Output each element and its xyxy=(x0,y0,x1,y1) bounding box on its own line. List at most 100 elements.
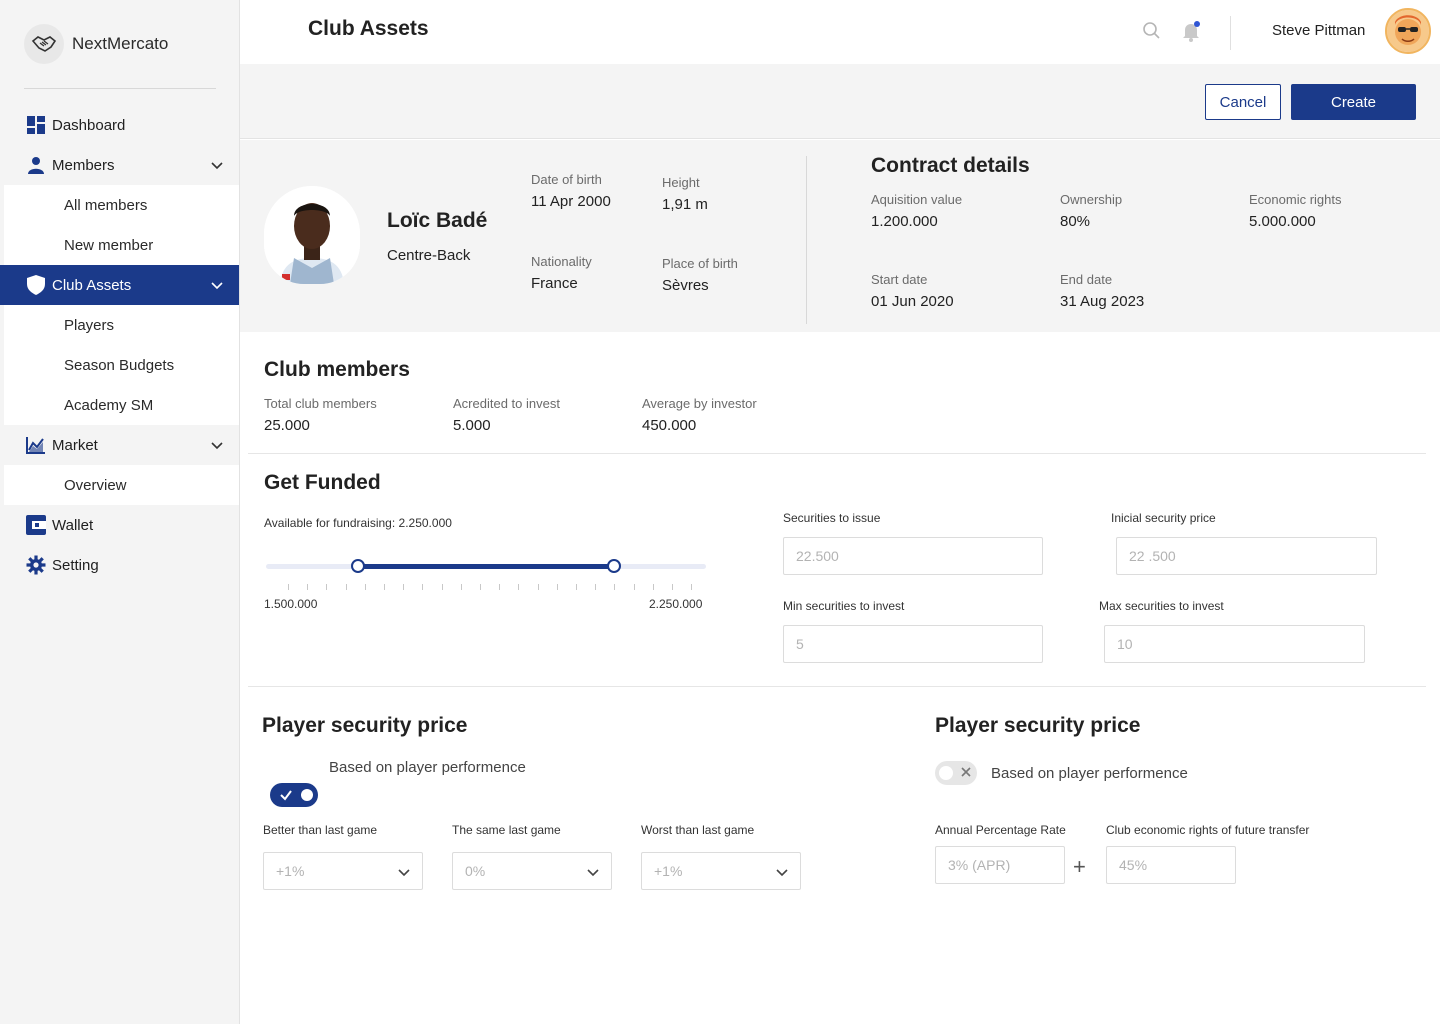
slider-min-handle[interactable] xyxy=(351,559,366,573)
slider-tick xyxy=(422,584,424,590)
notification-bell-icon[interactable] xyxy=(1182,20,1202,42)
avatar[interactable] xyxy=(1385,8,1431,54)
sidebar-item-all-members[interactable]: All members xyxy=(4,185,239,225)
fundraising-range-slider[interactable] xyxy=(264,556,706,596)
create-button[interactable]: Create xyxy=(1291,84,1416,120)
slider-tick xyxy=(441,584,443,590)
sidebar-item-new-member[interactable]: New member xyxy=(4,225,239,265)
player-name: Loïc Badé xyxy=(387,209,488,232)
slider-tick xyxy=(326,584,328,590)
slider-tick xyxy=(480,584,481,590)
section-divider xyxy=(248,686,1426,687)
min-invest-input[interactable]: 5 xyxy=(783,625,1043,663)
average-investor-label: Average by investor xyxy=(642,396,757,411)
search-icon[interactable] xyxy=(1142,21,1162,41)
brand[interactable]: NextMercato xyxy=(24,24,168,64)
acquisition-value: 1.200.000 xyxy=(871,213,938,230)
start-date-value: 01 Jun 2020 xyxy=(871,293,954,310)
sidebar-item-market[interactable]: Market xyxy=(0,425,239,465)
sidebar-item-club-assets[interactable]: Club Assets xyxy=(0,265,239,305)
slider-tick xyxy=(537,584,539,590)
page-title: Club Assets xyxy=(308,17,429,40)
accredited-label: Acredited to invest xyxy=(453,396,560,411)
acquisition-label: Aquisition value xyxy=(871,192,963,207)
slider-tick xyxy=(633,584,635,590)
cancel-button[interactable]: Cancel xyxy=(1205,84,1281,120)
sidebar-nav: Dashboard Members All members New member… xyxy=(0,105,239,585)
section-divider xyxy=(248,453,1426,454)
total-members-value: 25.000 xyxy=(264,417,310,434)
sidebar-item-label: Wallet xyxy=(52,516,94,534)
performance-toggle-off[interactable] xyxy=(935,761,977,785)
select-value: +1% xyxy=(654,863,683,879)
player-summary: Loïc Badé Centre-Back Date of birth 11 A… xyxy=(240,140,1440,332)
slider-tick xyxy=(364,584,366,590)
player-position: Centre-Back xyxy=(387,247,471,264)
total-members-label: Total club members xyxy=(264,396,377,411)
brand-divider xyxy=(24,88,216,89)
nationality-value: France xyxy=(531,275,578,292)
pob-label: Place of birth xyxy=(662,256,738,271)
chevron-down-icon xyxy=(398,869,410,877)
sidebar-item-dashboard[interactable]: Dashboard xyxy=(0,105,239,145)
slider-tick xyxy=(556,584,558,590)
dashboard-icon xyxy=(26,115,46,135)
chevron-down-icon[interactable] xyxy=(209,157,225,173)
sidebar-item-players[interactable]: Players xyxy=(4,305,239,345)
sidebar: NextMercato Dashboard Members All member… xyxy=(0,0,240,1024)
height-value: 1,91 m xyxy=(662,196,708,213)
securities-input[interactable]: 22.500 xyxy=(783,537,1043,575)
wallet-icon xyxy=(26,515,46,535)
vertical-divider xyxy=(806,156,807,324)
brand-name: NextMercato xyxy=(72,34,169,53)
security-price-title-right: Player security price xyxy=(935,714,1141,737)
toggle-knob xyxy=(939,766,953,780)
same-game-label: The same last game xyxy=(452,823,561,837)
available-fundraising: Available for fundraising: 2.250.000 xyxy=(264,516,452,530)
height-label: Height xyxy=(662,175,700,190)
security-price-title-left: Player security price xyxy=(262,714,468,737)
performance-toggle-label: Based on player performence xyxy=(329,759,526,776)
chevron-down-icon[interactable] xyxy=(209,437,225,453)
better-game-select[interactable]: +1% xyxy=(263,852,423,890)
sidebar-item-season-budgets[interactable]: Season Budgets xyxy=(4,345,239,385)
slider-tick xyxy=(345,584,347,590)
sidebar-item-academy-sm[interactable]: Academy SM xyxy=(4,385,239,425)
header-divider xyxy=(1230,16,1231,50)
worse-game-label: Worst than last game xyxy=(641,823,755,837)
nationality-label: Nationality xyxy=(531,254,592,269)
user-name[interactable]: Steve Pittman xyxy=(1272,22,1365,39)
action-bar: Cancel Create xyxy=(240,64,1440,139)
performance-toggle-label: Based on player performence xyxy=(991,765,1188,782)
sidebar-item-wallet[interactable]: Wallet xyxy=(0,505,239,545)
average-investor-value: 450.000 xyxy=(642,417,697,434)
check-icon xyxy=(280,790,292,801)
club-members-title: Club members xyxy=(264,358,410,381)
accredited-value: 5.000 xyxy=(453,417,491,434)
max-invest-label: Max securities to invest xyxy=(1099,599,1224,613)
sidebar-item-setting[interactable]: Setting xyxy=(0,545,239,585)
chevron-down-icon[interactable] xyxy=(209,277,225,293)
sidebar-item-members[interactable]: Members xyxy=(0,145,239,185)
top-bar: Club Assets Steve Pittman xyxy=(240,0,1440,64)
slider-tick xyxy=(652,584,654,590)
player-photo xyxy=(264,186,360,284)
same-game-select[interactable]: 0% xyxy=(452,852,612,890)
ownership-label: Ownership xyxy=(1060,192,1123,207)
apr-input[interactable]: 3% (APR) xyxy=(935,846,1065,884)
slider-min-label: 1.500.000 xyxy=(264,597,318,611)
pob-value: Sèvres xyxy=(662,277,709,294)
economic-rights-transfer-input[interactable]: 45% xyxy=(1106,846,1236,884)
sidebar-item-label: Market xyxy=(52,436,98,454)
chevron-down-icon xyxy=(587,869,599,877)
economic-rights-label: Economic rights xyxy=(1249,192,1342,207)
end-date-value: 31 Aug 2023 xyxy=(1060,293,1145,310)
worse-game-select[interactable]: +1% xyxy=(641,852,801,890)
chart-icon xyxy=(26,435,46,455)
sidebar-item-overview[interactable]: Overview xyxy=(4,465,239,505)
slider-max-handle[interactable] xyxy=(606,559,621,573)
slider-tick xyxy=(307,584,309,590)
initial-price-input[interactable]: 22 .500 xyxy=(1116,537,1377,575)
max-invest-input[interactable]: 10 xyxy=(1104,625,1365,663)
performance-toggle-on[interactable] xyxy=(270,783,318,807)
